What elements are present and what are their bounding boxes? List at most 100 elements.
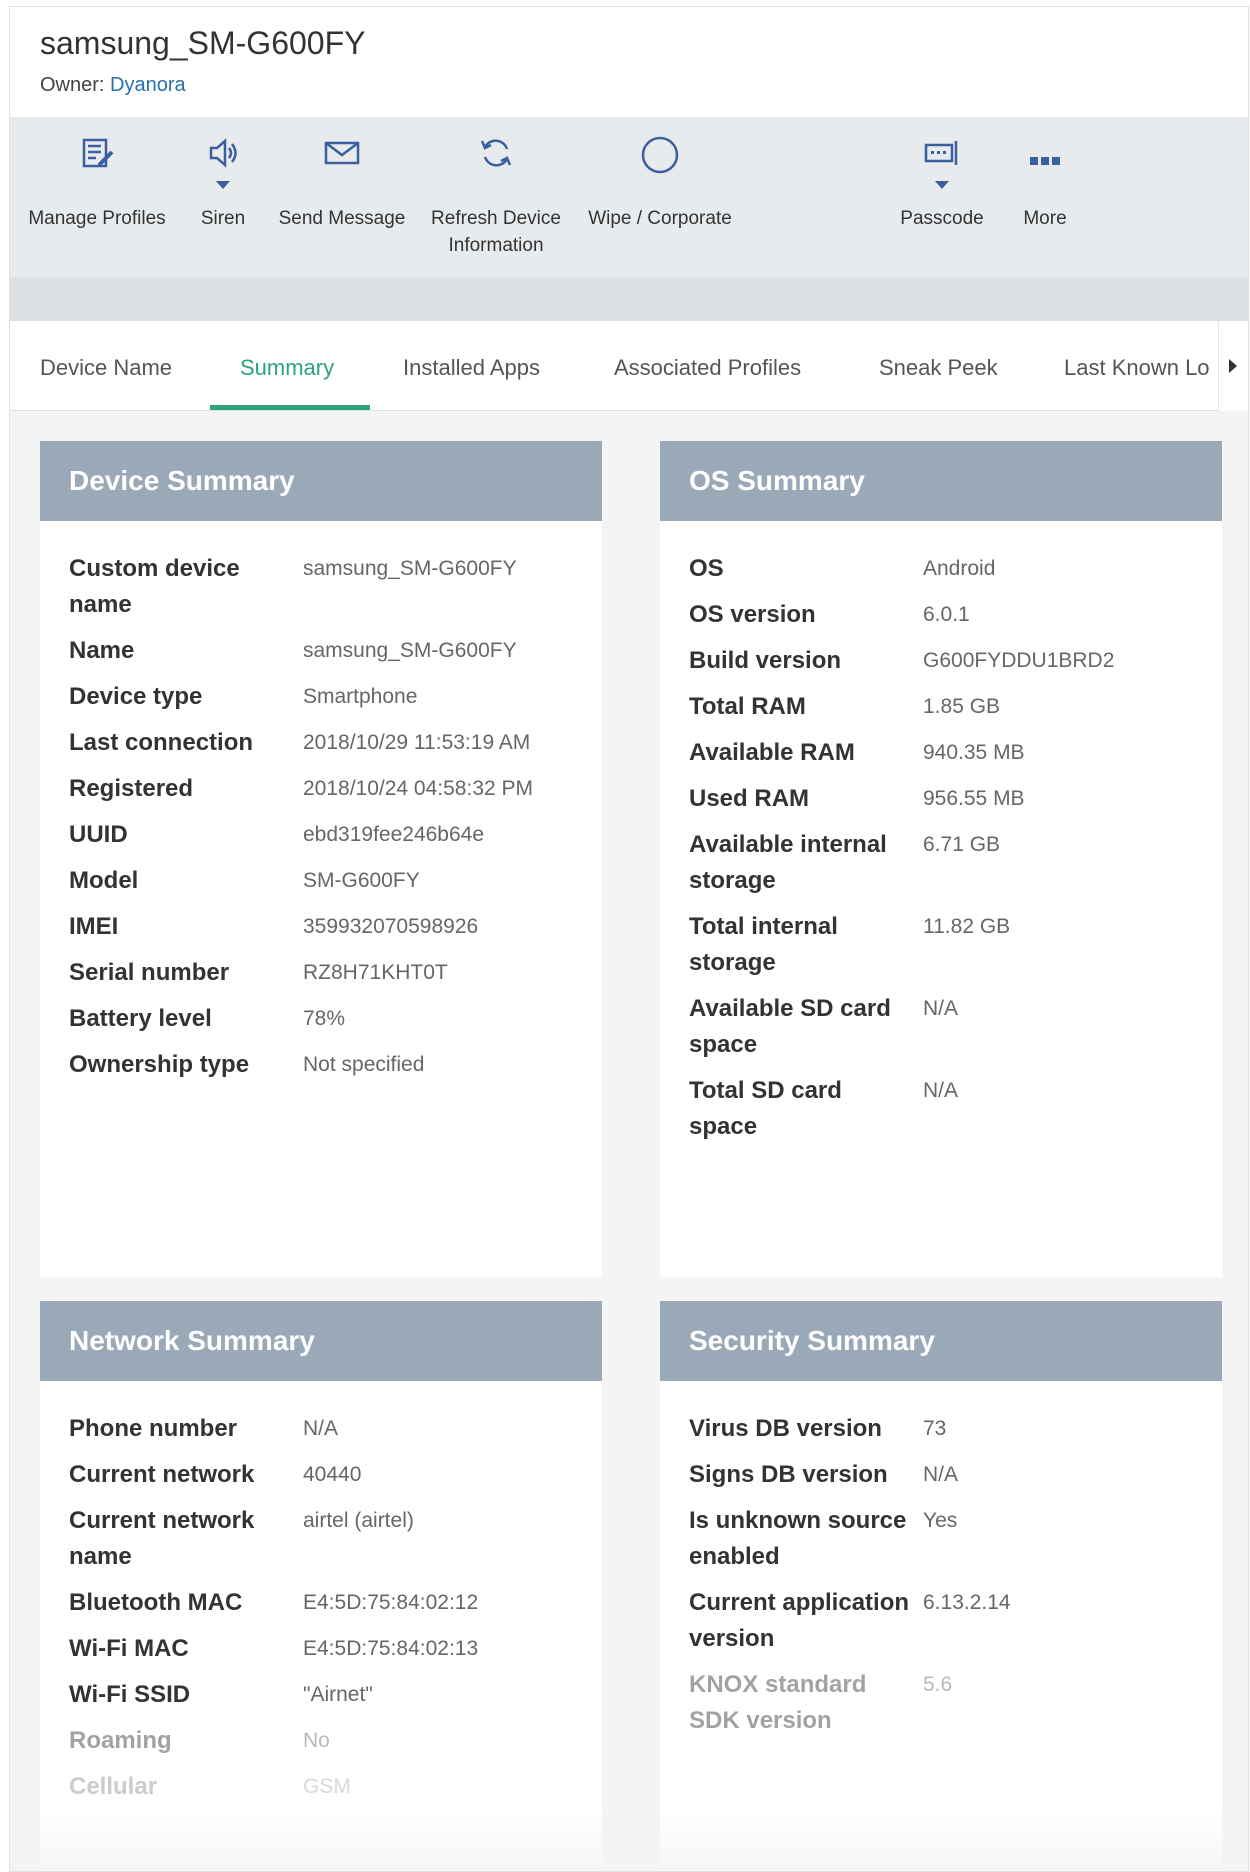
row-value: N/A bbox=[923, 997, 959, 1020]
row-key: Roaming bbox=[69, 1727, 172, 1754]
passcode-dropdown-caret bbox=[935, 181, 949, 189]
tab-scroll-right-button[interactable] bbox=[1218, 321, 1248, 411]
table-row: Battery level 78% bbox=[69, 1001, 582, 1037]
row-value: N/A bbox=[923, 1079, 959, 1102]
more-button[interactable]: More bbox=[995, 135, 1095, 232]
table-row: Ownership type Not specified bbox=[69, 1047, 582, 1083]
tab-sneak-peek[interactable]: Sneak Peek bbox=[879, 355, 998, 381]
row-key: Is unknown source enabled bbox=[689, 1507, 907, 1570]
security-summary-body: Virus DB version 73 Signs DB version N/A I… bbox=[660, 1381, 1222, 1739]
refresh-device-information-button[interactable]: Refresh Device Information bbox=[416, 135, 576, 259]
row-value: 2018/10/24 04:58:32 PM bbox=[303, 777, 534, 800]
row-value: Yes bbox=[923, 1509, 958, 1532]
table-row: OS Android bbox=[689, 551, 1202, 587]
table-row: Roaming No bbox=[69, 1723, 582, 1759]
passcode-button[interactable]: Passcode bbox=[872, 135, 1012, 232]
row-value: 359932070598926 bbox=[303, 915, 479, 938]
table-row: Phone number N/A bbox=[69, 1411, 582, 1447]
row-key: Battery level bbox=[69, 1005, 212, 1032]
row-value: samsung_SM-G600FY bbox=[303, 639, 517, 662]
row-value: ebd319fee246b64e bbox=[303, 823, 485, 846]
row-key: Available RAM bbox=[689, 739, 855, 766]
row-value: 2018/10/29 11:53:19 AM bbox=[303, 731, 531, 754]
passcode-icon bbox=[924, 141, 958, 165]
tab-device-name[interactable]: Device Name bbox=[40, 355, 172, 381]
row-value: G600FYDDU1BRD2 bbox=[923, 649, 1115, 672]
owner-link[interactable]: Dyanora bbox=[110, 74, 186, 96]
table-row: Current application version 6.13.2.14 bbox=[689, 1585, 1202, 1657]
siren-label: Siren bbox=[200, 208, 246, 229]
table-row: Last connection 2018/10/29 11:53:19 AM bbox=[69, 725, 582, 761]
device-summary-card: Device Summary Custom device name samsung… bbox=[40, 441, 602, 1277]
row-key: Last connection bbox=[69, 729, 254, 756]
row-key: Total SD card space bbox=[689, 1077, 842, 1140]
manage-profiles-button[interactable]: Manage Profiles bbox=[22, 135, 172, 232]
table-row: Registered 2018/10/24 04:58:32 PM bbox=[69, 771, 582, 807]
row-value: samsung_SM-G600FY bbox=[303, 557, 517, 580]
owner-label: Owner: bbox=[40, 74, 105, 96]
network-summary-title: Network Summary bbox=[40, 1301, 602, 1381]
row-value: 6.0.1 bbox=[923, 603, 970, 626]
owner-line: Owner: Dyanora bbox=[40, 74, 186, 97]
more-dots-icon bbox=[1030, 157, 1060, 165]
table-row: Model SM-G600FY bbox=[69, 863, 582, 899]
row-key: Wi-Fi SSID bbox=[69, 1681, 191, 1708]
row-value: E4:5D:75:84:02:12 bbox=[303, 1591, 479, 1614]
security-summary-title: Security Summary bbox=[660, 1301, 1222, 1381]
wipe-corporate-label: Wipe / Corporate bbox=[588, 208, 732, 229]
device-summary-body: Custom device name samsung_SM-G600FY Name… bbox=[40, 521, 602, 1083]
row-key: Virus DB version bbox=[689, 1415, 882, 1442]
device-summary-title: Device Summary bbox=[40, 441, 602, 521]
table-row: Name samsung_SM-G600FY bbox=[69, 633, 582, 669]
row-value: E4:5D:75:84:02:13 bbox=[303, 1637, 479, 1660]
table-row: Serial number RZ8H71KHT0T bbox=[69, 955, 582, 991]
row-value: N/A bbox=[923, 1463, 959, 1486]
row-value: 11.82 GB bbox=[923, 915, 1011, 938]
row-value: SM-G600FY bbox=[303, 869, 420, 892]
row-key: Current application version bbox=[689, 1589, 910, 1652]
wipe-corporate-button[interactable]: Wipe / Corporate bbox=[580, 135, 740, 232]
table-row: Custom device name samsung_SM-G600FY bbox=[69, 551, 582, 623]
network-summary-card: Network Summary Phone number N/A Current … bbox=[40, 1301, 602, 1871]
row-value: 6.13.2.14 bbox=[923, 1591, 1011, 1614]
row-value: RZ8H71KHT0T bbox=[303, 961, 448, 984]
siren-speaker-icon bbox=[209, 138, 237, 168]
row-key: OS version bbox=[689, 601, 816, 628]
row-key: Serial number bbox=[69, 959, 230, 986]
siren-button[interactable]: Siren bbox=[178, 135, 268, 232]
refresh-label-line2: Information bbox=[448, 235, 544, 256]
action-toolbar: Manage Profiles Siren Send Message Refre… bbox=[10, 117, 1248, 277]
table-row: Device type Smartphone bbox=[69, 679, 582, 715]
table-row: OS version 6.0.1 bbox=[689, 597, 1202, 633]
row-value: Not specified bbox=[303, 1053, 425, 1076]
row-key: Phone number bbox=[69, 1415, 238, 1442]
table-row: Current network name airtel (airtel) bbox=[69, 1503, 582, 1575]
table-row: KNOX standard SDK version 5.6 bbox=[689, 1667, 1202, 1739]
tab-installed-apps[interactable]: Installed Apps bbox=[403, 355, 540, 381]
arrow-right-icon bbox=[1229, 359, 1237, 373]
tab-last-known-location[interactable]: Last Known Lo bbox=[1064, 355, 1210, 381]
network-summary-body: Phone number N/A Current network 40440 Cur… bbox=[40, 1381, 602, 1805]
row-value: 40440 bbox=[303, 1463, 362, 1486]
row-key: Used RAM bbox=[689, 785, 810, 812]
row-value: No bbox=[303, 1729, 330, 1752]
table-row: Cellular GSM bbox=[69, 1769, 582, 1805]
tab-associated-profiles[interactable]: Associated Profiles bbox=[614, 355, 801, 381]
tab-summary[interactable]: Summary bbox=[240, 355, 334, 381]
table-row: Wi-Fi SSID "Airnet" bbox=[69, 1677, 582, 1713]
send-message-button[interactable]: Send Message bbox=[272, 135, 412, 232]
table-row: Is unknown source enabled Yes bbox=[689, 1503, 1202, 1575]
row-key: Current network name bbox=[69, 1507, 255, 1570]
table-row: Available RAM 940.35 MB bbox=[689, 735, 1202, 771]
row-value: airtel (airtel) bbox=[303, 1509, 414, 1532]
row-value: 6.71 GB bbox=[923, 833, 1001, 856]
row-value: 73 bbox=[923, 1417, 947, 1440]
table-row: Build version G600FYDDU1BRD2 bbox=[689, 643, 1202, 679]
table-row: Total SD card space N/A bbox=[689, 1073, 1202, 1145]
row-value: Smartphone bbox=[303, 685, 418, 708]
row-key: Device type bbox=[69, 683, 203, 710]
more-label: More bbox=[1023, 208, 1067, 229]
security-summary-card: Security Summary Virus DB version 73 Sign… bbox=[660, 1301, 1222, 1871]
table-row: Signs DB version N/A bbox=[689, 1457, 1202, 1493]
row-key: Total internal storage bbox=[689, 913, 838, 976]
